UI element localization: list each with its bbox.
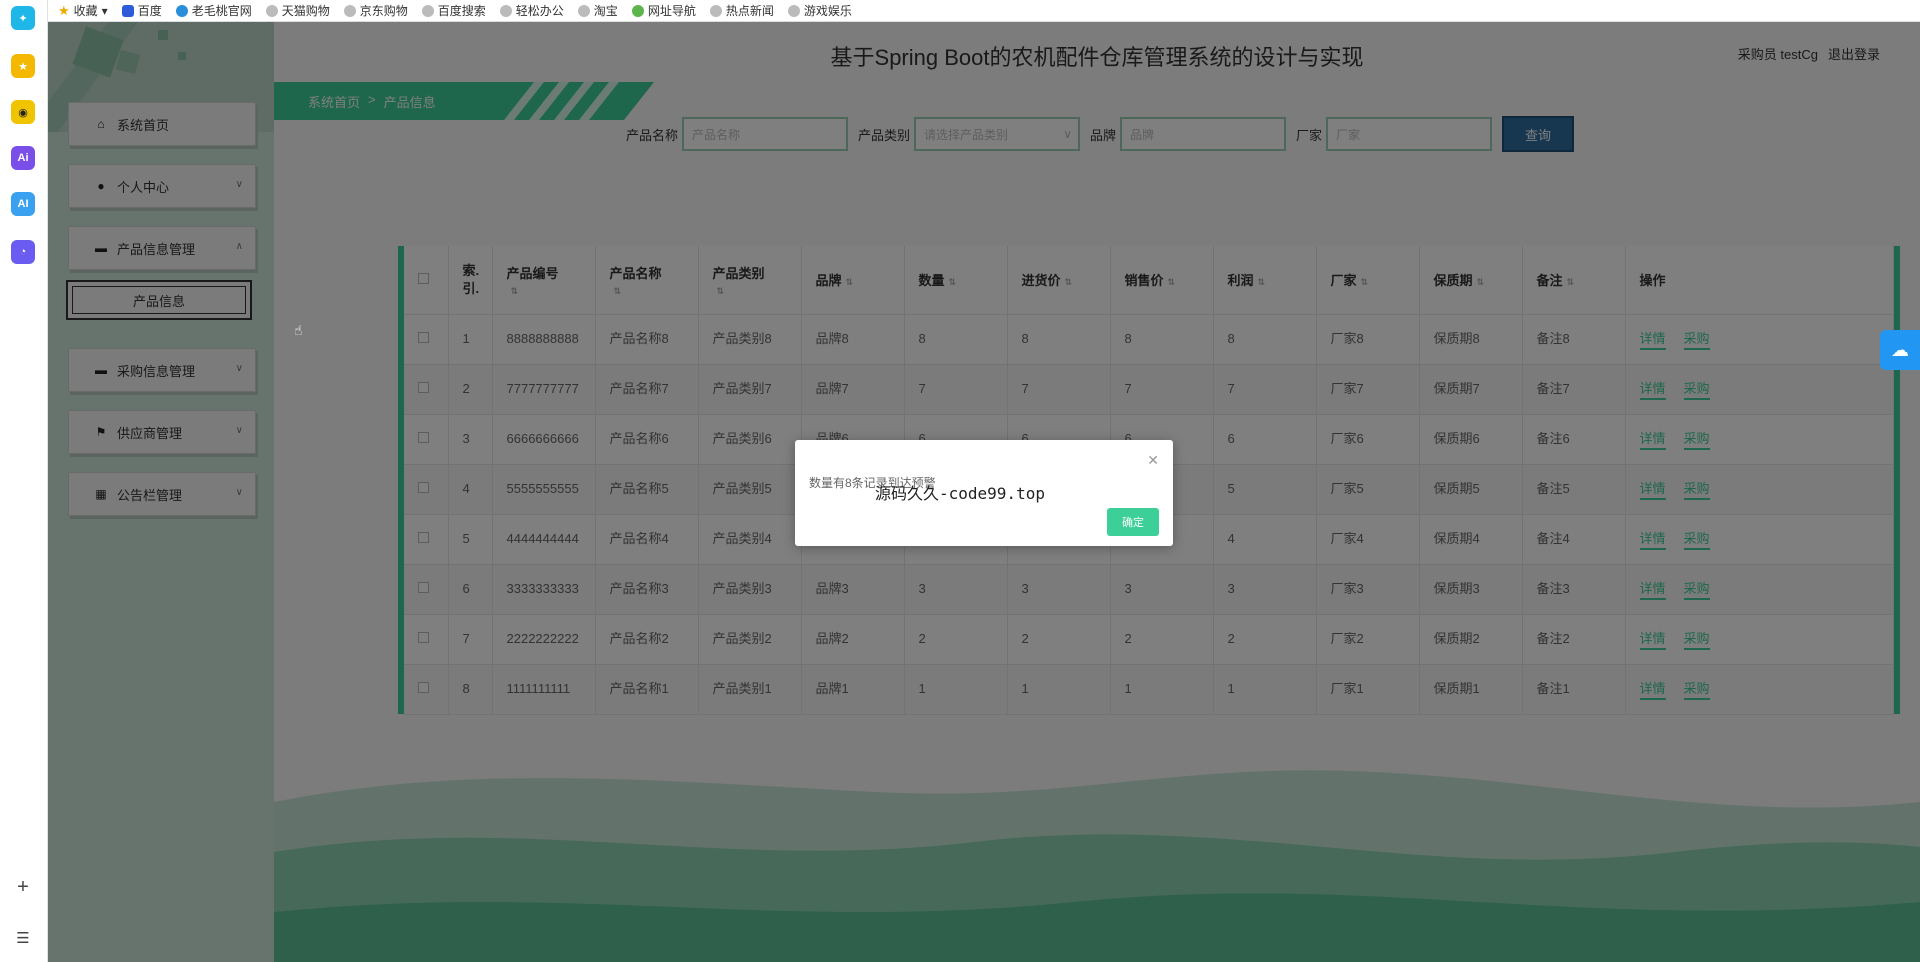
warning-dialog: ✕ 数量有8条记录到达预警 源码久久-code99.top 确定	[795, 440, 1173, 546]
star-app-icon[interactable]: ★	[11, 54, 35, 78]
ai-app-icon[interactable]: Ai	[11, 146, 35, 170]
cloud-float-icon[interactable]: ☁	[1880, 330, 1920, 370]
bookmark-jd[interactable]: 京东购物	[343, 2, 408, 19]
plus-icon[interactable]: +	[12, 876, 34, 898]
robot-app-icon[interactable]: ◉	[11, 100, 35, 124]
bookmark-baidu[interactable]: 百度	[121, 2, 162, 19]
globe-icon	[577, 4, 590, 17]
globe-icon	[499, 4, 512, 17]
confirm-button[interactable]: 确定	[1107, 508, 1159, 536]
globe-icon	[421, 4, 434, 17]
app-logo-icon[interactable]: ✦	[11, 6, 35, 30]
bookmark-games[interactable]: 游戏娱乐	[787, 2, 852, 19]
ai-app-icon-2[interactable]: AI	[11, 192, 35, 216]
close-icon[interactable]: ✕	[1147, 452, 1159, 469]
baidu-icon	[121, 4, 134, 17]
globe-icon	[175, 4, 188, 17]
chat-app-icon[interactable]: ◔	[11, 240, 35, 264]
globe-icon	[265, 4, 278, 17]
globe-icon	[709, 4, 722, 17]
browser-dock: ✦ ★ ◉ Ai AI ◔ + ☰	[0, 0, 48, 962]
globe-icon	[787, 4, 800, 17]
bookmark-tmall[interactable]: 天猫购物	[265, 2, 330, 19]
bookmarks-bar: ★ 收藏 ▾ 百度 老毛桃官网 天猫购物 京东购物 百度搜索 轻松办公 淘宝 网址…	[0, 0, 1920, 22]
pointer-cursor-icon: ☝	[294, 322, 303, 338]
bookmark-favorites[interactable]: ★ 收藏 ▾	[58, 2, 108, 19]
bookmark-nav[interactable]: 网址导航	[631, 2, 696, 19]
green-globe-icon	[631, 4, 644, 17]
list-icon[interactable]: ☰	[12, 928, 34, 950]
bookmark-laomaotao[interactable]: 老毛桃官网	[175, 2, 252, 19]
bookmark-office[interactable]: 轻松办公	[499, 2, 564, 19]
bookmark-news[interactable]: 热点新闻	[709, 2, 774, 19]
bookmark-taobao[interactable]: 淘宝	[577, 2, 618, 19]
star-icon: ★	[58, 2, 70, 18]
watermark-text: 源码久久-code99.top	[875, 484, 1045, 503]
bookmark-baidu-search[interactable]: 百度搜索	[421, 2, 486, 19]
globe-icon	[343, 4, 356, 17]
